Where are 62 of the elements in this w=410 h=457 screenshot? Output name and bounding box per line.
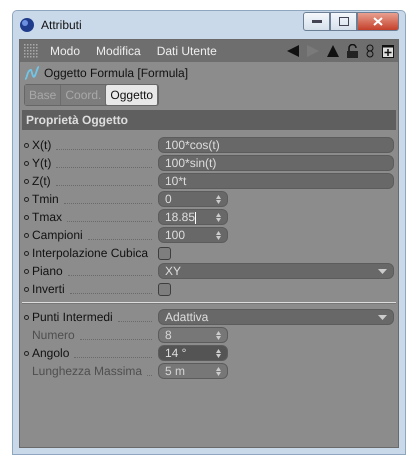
minimize-icon — [312, 19, 322, 23]
checkbox[interactable] — [158, 282, 171, 296]
field-label: Tmax — [32, 209, 62, 226]
field-label: Numero — [32, 327, 75, 344]
animation-dot[interactable] — [24, 142, 29, 148]
spinner-arrows-icon[interactable] — [216, 212, 221, 222]
lock-icon[interactable] — [347, 44, 358, 58]
field-label: Y(t) — [32, 155, 52, 172]
animation-dot[interactable] — [24, 314, 29, 320]
grip-icon[interactable] — [24, 44, 38, 58]
tab[interactable]: Oggetto — [106, 85, 158, 105]
close-button[interactable] — [357, 12, 399, 30]
number-field[interactable]: 0 — [158, 191, 228, 207]
spinner-arrows-icon[interactable] — [216, 194, 221, 204]
spinner-arrows-icon[interactable] — [216, 230, 221, 240]
animation-dot[interactable] — [24, 178, 29, 184]
field-label: Interpolazione Cubica — [32, 245, 148, 262]
field-label: Lunghezza Massima — [32, 363, 142, 380]
checkbox[interactable] — [158, 246, 171, 260]
animation-dot[interactable] — [24, 250, 29, 256]
animation-dot[interactable] — [24, 350, 29, 356]
text-field[interactable]: 100*cos(t) — [158, 137, 394, 153]
number-field[interactable]: 14 ° — [158, 345, 228, 361]
text-field[interactable]: 10*t — [158, 173, 394, 189]
app-icon — [19, 17, 35, 33]
animation-dot[interactable] — [24, 160, 29, 166]
menu-item[interactable]: Modifica — [96, 42, 141, 60]
field-label: Punti Intermedi — [32, 309, 113, 326]
dropdown[interactable]: XY — [158, 263, 394, 279]
field-label: X(t) — [32, 137, 52, 154]
field-label: Inverti — [32, 281, 65, 298]
number-field[interactable]: 100 — [158, 227, 228, 243]
animation-dot[interactable] — [24, 268, 29, 274]
dropdown[interactable]: Adattiva — [158, 309, 394, 325]
animation-dot[interactable] — [24, 286, 29, 292]
field-label: Angolo — [32, 345, 70, 362]
dropdown-arrow-icon[interactable] — [378, 314, 387, 320]
menu-item[interactable]: Modo — [50, 42, 80, 60]
field-label: Piano — [32, 263, 63, 280]
field-label: Tmin — [32, 191, 59, 208]
close-icon — [373, 16, 383, 26]
spinner-arrows-icon[interactable] — [216, 348, 221, 358]
object-title: Oggetto Formula [Formula] — [44, 65, 188, 82]
window-title: Attributi — [41, 17, 82, 34]
maximize-button[interactable] — [330, 12, 357, 30]
maximize-icon — [338, 16, 348, 26]
field-label: Campioni — [32, 227, 83, 244]
field-label: Z(t) — [32, 173, 51, 190]
menu-item[interactable]: Dati Utente — [156, 42, 217, 60]
sine-wave-icon — [24, 65, 40, 81]
minimize-button[interactable] — [303, 12, 330, 30]
new-window-icon[interactable] — [382, 44, 394, 58]
back-arrow-icon[interactable] — [287, 45, 299, 57]
animation-dot[interactable] — [24, 214, 29, 220]
animation-dot[interactable] — [24, 232, 29, 238]
text-field[interactable]: 100*sin(t) — [158, 155, 394, 171]
up-arrow-icon[interactable] — [327, 45, 339, 57]
section-header: Proprietà Oggetto — [22, 110, 396, 130]
animation-dot[interactable] — [24, 196, 29, 202]
dropdown-arrow-icon[interactable] — [378, 268, 387, 274]
link-icon[interactable] — [366, 44, 374, 58]
number-field[interactable]: 18.85 — [158, 209, 228, 225]
